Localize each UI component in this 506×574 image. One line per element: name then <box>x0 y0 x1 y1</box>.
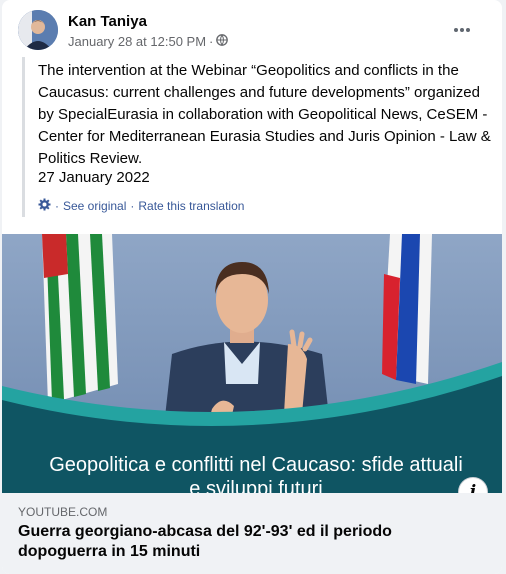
link-domain: YOUTUBE.COM <box>18 505 108 519</box>
quote-bar <box>22 57 25 217</box>
translation-separator: · <box>55 199 59 213</box>
video-thumbnail[interactable]: Geopolitica e conflitti nel Caucaso: sfi… <box>2 234 502 493</box>
gear-icon <box>38 198 51 214</box>
globe-icon <box>216 34 229 49</box>
avatar[interactable] <box>18 10 58 50</box>
post-timestamp[interactable]: January 28 at 12:50 PM <box>68 34 206 49</box>
meta-separator: · <box>209 34 214 49</box>
post-meta: January 28 at 12:50 PM · <box>68 34 229 49</box>
post-date: 27 January 2022 <box>38 169 150 186</box>
video-caption: Geopolitica e conflitti nel Caucaso: sfi… <box>49 454 463 493</box>
link-title[interactable]: Guerra georgiano-abcasa del 92'-93' ed i… <box>18 522 478 562</box>
translation-separator: · <box>130 199 135 213</box>
post-text: The intervention at the Webinar “Geopoli… <box>38 62 491 167</box>
translation-bar: · See original · Rate this translation <box>38 198 244 214</box>
see-original-link[interactable]: See original <box>63 199 126 213</box>
post-card: Kan Taniya January 28 at 12:50 PM · The … <box>2 0 502 574</box>
more-options-icon[interactable] <box>448 16 476 44</box>
rate-translation-link[interactable]: Rate this translation <box>138 199 244 213</box>
link-preview[interactable]: YOUTUBE.COM Guerra georgiano-abcasa del … <box>2 493 502 574</box>
author-name[interactable]: Kan Taniya <box>68 13 147 30</box>
